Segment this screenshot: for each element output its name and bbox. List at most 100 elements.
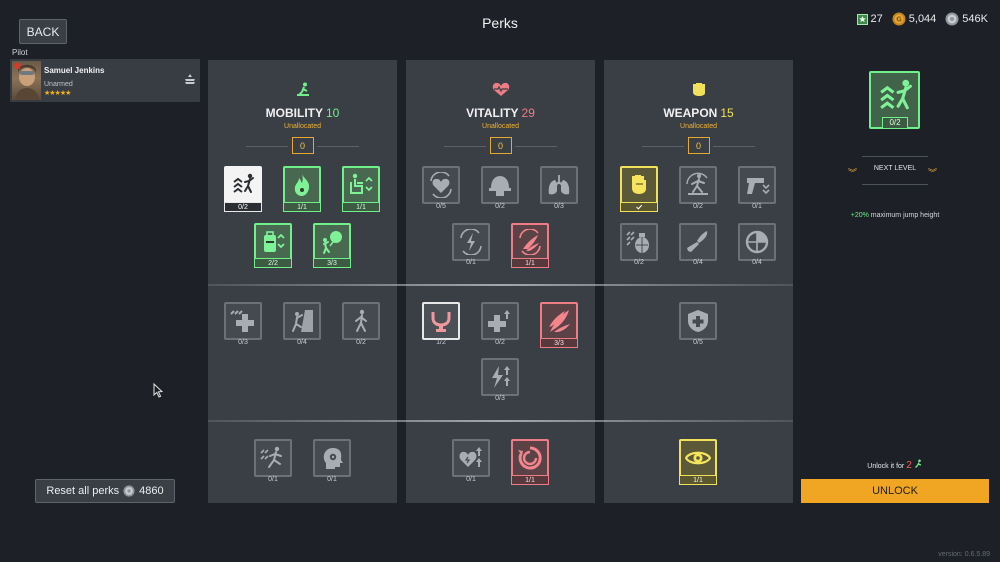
perk-count: 0/4 [693,259,703,266]
perk-recycle[interactable] [511,439,549,477]
check-icon [634,203,644,211]
perk-count: 0/2 [224,202,262,212]
gold-currency: G 5,044 [892,12,937,26]
perk-helmet[interactable] [481,166,519,204]
perk-heart-up[interactable] [452,439,490,477]
unlock-button[interactable]: UNLOCK [801,479,989,503]
perk-count: 0/1 [466,259,476,266]
perk-count: 0/2 [634,259,644,266]
heart-up-icon [458,445,484,471]
perk-count: 1/1 [511,475,549,485]
perk-count: 0/1 [752,203,762,210]
reset-all-perks-button[interactable]: Reset all perks 4860 [35,479,175,503]
perk-knife[interactable] [679,223,717,261]
skate-icon [685,172,711,198]
eye-icon [685,445,711,471]
gun-icon [744,172,770,198]
climb-icon [289,308,315,334]
perk-grapple[interactable] [422,302,460,340]
perk-count: 0/2 [495,203,505,210]
pilot-status: Unarmed [44,81,73,88]
perk-climb[interactable] [283,302,321,340]
perk-count: 0/1 [268,476,278,483]
knife-icon [685,229,711,255]
perk-vision[interactable] [679,439,717,477]
perk-count: 1/2 [436,339,446,346]
perk-radiation-mind[interactable] [313,439,351,477]
fist-icon [626,172,652,198]
divider-line [642,146,684,147]
unlock-price: 2 [906,460,912,471]
vitality-category-icon [406,82,595,97]
perk-unlocked-badge [620,202,658,212]
perk-jump-height[interactable] [224,166,262,204]
run-icon [260,445,286,471]
balloon-icon [319,229,345,255]
weapon-category-icon [604,82,793,97]
walk-icon [348,308,374,334]
perk-count: 0/3 [495,395,505,402]
perk-balloon[interactable] [313,223,351,261]
scope-icon [744,229,770,255]
mouse-cursor-icon [153,383,163,398]
bolt-cycle-icon [458,229,484,255]
perk-count: 0/5 [436,203,446,210]
perk-wings[interactable] [540,302,578,340]
perk-slide[interactable] [679,166,717,204]
perk-count: 0/3 [238,339,248,346]
weapon-unallocated-points: 0 [687,137,710,154]
perk-health-up[interactable] [481,302,519,340]
silver-coin-icon [945,12,959,26]
perk-pistol[interactable] [738,166,776,204]
perk-description: +20% maximum jump height [850,212,940,219]
perk-wings-regen[interactable] [511,223,549,261]
tier-divider [208,420,793,422]
perk-walk[interactable] [342,302,380,340]
perk-count: 0/2 [495,339,505,346]
perk-grenade[interactable] [620,223,658,261]
divider-line [515,146,557,147]
perk-scope[interactable] [738,223,776,261]
pilot-stars: ★★★★★ [44,90,71,97]
perk-energy-up[interactable] [481,358,519,396]
vitality-unallocated-points: 0 [489,137,512,154]
gold-coin-icon: G [892,12,906,26]
cycle-icon [517,445,543,471]
vitality-column: VITALITY 29 Unallocated 0 [406,60,595,503]
perk-count: 0/1 [466,476,476,483]
tokens-value: 27 [870,13,883,25]
svg-text:G: G [896,16,902,24]
gold-value: 5,044 [908,13,937,25]
perk-count: 1/1 [283,202,321,212]
perk-punch[interactable] [620,166,658,204]
pilot-card[interactable]: Samuel Jenkins Unarmed ★★★★★ [10,59,200,102]
divider-line [862,184,928,185]
perk-count: 1/1 [342,202,380,212]
perk-count: 0/1 [327,476,337,483]
perk-lungs[interactable] [540,166,578,204]
page-title: Perks [482,15,518,31]
perk-heart-regen[interactable] [422,166,460,204]
divider-line [862,156,928,157]
weapon-column: WEAPON 15 Unallocated 0 [604,60,793,503]
perk-dash-heal[interactable] [224,302,262,340]
perk-sprint[interactable] [254,439,292,477]
reset-cost: 4860 [139,485,164,497]
reset-label: Reset all perks [46,485,120,497]
perk-count: 0/3 [554,203,564,210]
perk-energy-regen[interactable] [452,223,490,261]
lungs-icon [546,172,572,198]
perk-fire[interactable] [283,166,321,204]
shield-icon [685,308,711,334]
perk-shield[interactable] [679,302,717,340]
perk-count: 1/1 [511,258,549,268]
perk-count: 3/3 [540,338,578,348]
perk-count: 0/2 [693,203,703,210]
perk-ejection-seat[interactable] [342,166,380,204]
mobility-unallocated-points: 0 [291,137,314,154]
wings-cycle-icon [517,229,543,255]
rank-icon [183,73,197,92]
seat-icon [348,172,374,198]
perk-jetpack[interactable] [254,223,292,261]
divider-line [246,146,288,147]
